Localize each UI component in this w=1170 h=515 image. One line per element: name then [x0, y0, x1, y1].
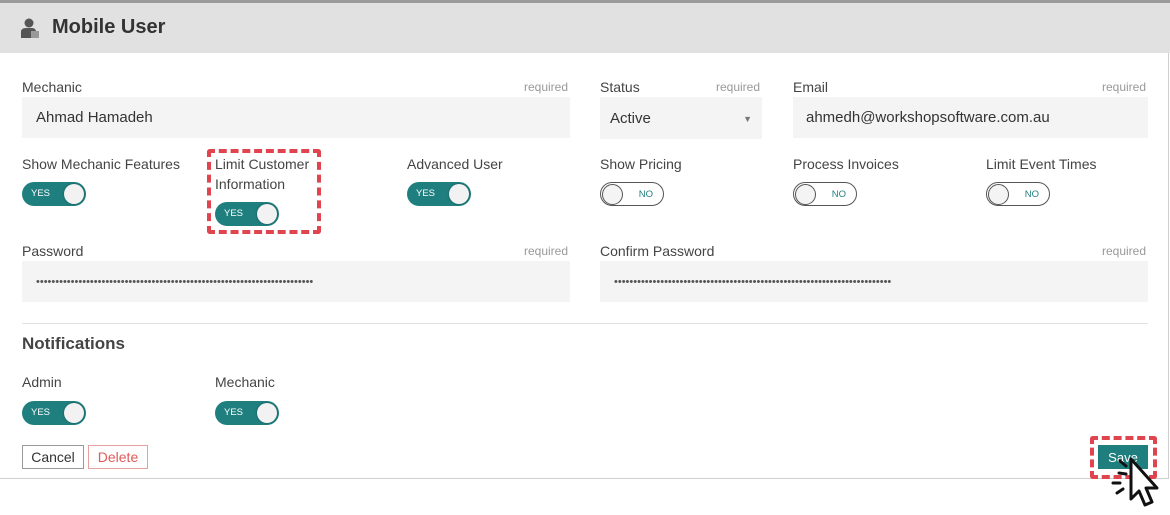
email-label: Email	[793, 79, 829, 95]
toggle-state: NO	[831, 189, 846, 200]
status-value: Active	[610, 109, 651, 127]
user-icon	[21, 18, 39, 38]
mechanic-field[interactable]: Ahmad Hamadeh	[22, 97, 570, 138]
confirm-password-label: Confirm Password	[600, 243, 715, 259]
toggle-state: YES	[31, 407, 51, 418]
toggle-state: NO	[638, 189, 653, 200]
email-value: ahmedh@workshopsoftware.com.au	[806, 109, 1050, 126]
password-field[interactable]: ••••••••••••••••••••••••••••••••••••••••…	[22, 261, 570, 302]
show-mechanic-features-toggle[interactable]: YES	[22, 182, 86, 206]
advanced-user-toggle[interactable]: YES	[407, 182, 471, 206]
password-value: ••••••••••••••••••••••••••••••••••••••••…	[36, 275, 314, 288]
toggle-state: YES	[224, 407, 244, 418]
toggle-state: NO	[1024, 189, 1039, 200]
toggle-state: YES	[31, 188, 51, 199]
confirm-password-value: ••••••••••••••••••••••••••••••••••••••••…	[614, 275, 892, 288]
show-mechanic-features-label: Show Mechanic Features	[22, 156, 180, 172]
mechanic-label: Mechanic	[22, 79, 82, 95]
confirm-password-field[interactable]: ••••••••••••••••••••••••••••••••••••••••…	[600, 261, 1148, 302]
toggle-knob	[988, 183, 1009, 205]
email-field[interactable]: ahmedh@workshopsoftware.com.au	[793, 97, 1148, 138]
mechanic-required: required	[524, 80, 569, 94]
confirm-password-required: required	[1102, 244, 1147, 258]
show-pricing-toggle[interactable]: NO	[600, 182, 664, 206]
divider	[22, 323, 1148, 324]
toggle-knob	[602, 183, 623, 205]
limit-event-times-toggle[interactable]: NO	[986, 182, 1050, 206]
show-pricing-label: Show Pricing	[600, 156, 682, 172]
toggle-knob	[64, 184, 84, 204]
page-title: Mobile User	[52, 16, 166, 38]
page-header: Mobile User	[0, 3, 1170, 53]
toggle-knob	[449, 184, 469, 204]
toggle-knob	[257, 403, 277, 423]
password-label: Password	[22, 243, 84, 259]
status-select[interactable]: Active ▼	[600, 97, 762, 139]
cancel-button[interactable]: Cancel	[22, 445, 84, 469]
admin-notification-label: Admin	[22, 374, 62, 390]
process-invoices-label: Process Invoices	[793, 156, 899, 172]
process-invoices-toggle[interactable]: NO	[793, 182, 857, 206]
email-required: required	[1102, 80, 1147, 94]
delete-button[interactable]: Delete	[88, 445, 148, 469]
password-required: required	[524, 244, 569, 258]
highlight-box-limit-customer	[207, 149, 321, 234]
chevron-down-icon: ▼	[743, 114, 752, 124]
pointer-cursor-icon	[1111, 457, 1159, 507]
admin-notification-toggle[interactable]: YES	[22, 401, 86, 425]
status-label: Status	[600, 79, 640, 95]
mechanic-value: Ahmad Hamadeh	[36, 109, 153, 126]
notifications-title: Notifications	[22, 334, 125, 353]
advanced-user-label: Advanced User	[407, 156, 503, 172]
toggle-state: YES	[416, 188, 436, 199]
mechanic-notification-toggle[interactable]: YES	[215, 401, 279, 425]
status-required: required	[716, 80, 761, 94]
limit-event-times-label: Limit Event Times	[986, 156, 1097, 172]
toggle-knob	[64, 403, 84, 423]
toggle-knob	[795, 183, 816, 205]
mechanic-notification-label: Mechanic	[215, 374, 275, 390]
